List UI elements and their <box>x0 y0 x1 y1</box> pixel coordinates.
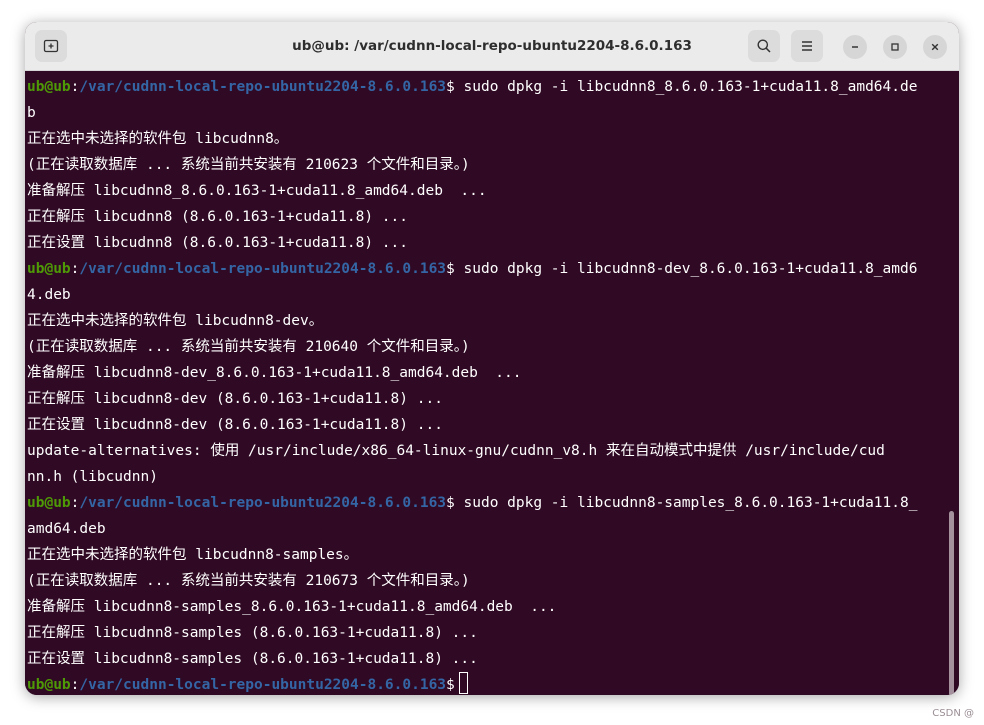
search-icon <box>757 39 771 53</box>
menu-button[interactable] <box>791 30 823 62</box>
prompt-path: /var/cudnn-local-repo-ubuntu2204-8.6.0.1… <box>79 261 447 277</box>
output-line: 正在选中未选择的软件包 libcudnn8-dev。 <box>27 313 324 329</box>
prompt-user: ub@ub <box>27 677 71 693</box>
output-line: (正在读取数据库 ... 系统当前共安装有 210640 个文件和目录。) <box>27 339 470 355</box>
watermark: CSDN @ <box>932 708 974 719</box>
maximize-icon <box>891 43 899 51</box>
command-text: sudo dpkg -i libcudnn8-samples_8.6.0.163… <box>454 495 918 511</box>
output-line: amd64.deb <box>27 521 106 537</box>
prompt-line: ub@ub:/var/cudnn-local-repo-ubuntu2204-8… <box>27 256 917 282</box>
new-tab-button[interactable] <box>35 30 67 62</box>
output-line: 正在设置 libcudnn8-samples (8.6.0.163-1+cuda… <box>27 651 478 667</box>
output-line: 正在解压 libcudnn8 (8.6.0.163-1+cuda11.8) ..… <box>27 209 408 225</box>
prompt-path: /var/cudnn-local-repo-ubuntu2204-8.6.0.1… <box>79 677 447 693</box>
hamburger-menu-icon <box>802 41 812 51</box>
prompt-symbol: $ <box>446 261 455 277</box>
output-line: b <box>27 105 36 121</box>
prompt-user: ub@ub <box>27 495 71 511</box>
output-line: nn.h (libcudnn) <box>27 469 158 485</box>
title-bar: ub@ub: /var/cudnn-local-repo-ubuntu2204-… <box>25 22 959 71</box>
output-line: 准备解压 libcudnn8-samples_8.6.0.163-1+cuda1… <box>27 599 557 615</box>
output-line: 正在选中未选择的软件包 libcudnn8-samples。 <box>27 547 359 563</box>
close-icon <box>931 43 939 51</box>
prompt-user: ub@ub <box>27 261 71 277</box>
scrollbar[interactable] <box>949 511 954 695</box>
output-line: 准备解压 libcudnn8-dev_8.6.0.163-1+cuda11.8_… <box>27 365 522 381</box>
output-line: update-alternatives: 使用 /usr/include/x86… <box>27 443 885 459</box>
prompt-user: ub@ub <box>27 79 71 95</box>
output-line: 正在设置 libcudnn8-dev (8.6.0.163-1+cuda11.8… <box>27 417 443 433</box>
terminal-window: ub@ub: /var/cudnn-local-repo-ubuntu2204-… <box>25 22 959 695</box>
search-button[interactable] <box>748 30 780 62</box>
output-line: 正在选中未选择的软件包 libcudnn8。 <box>27 131 289 147</box>
prompt-symbol: $ <box>446 79 455 95</box>
prompt-symbol: $ <box>446 495 455 511</box>
terminal-lines: ub@ub:/var/cudnn-local-repo-ubuntu2204-8… <box>27 74 917 695</box>
output-line: 正在解压 libcudnn8-samples (8.6.0.163-1+cuda… <box>27 625 478 641</box>
output-line: 4.deb <box>27 287 71 303</box>
output-line: (正在读取数据库 ... 系统当前共安装有 210623 个文件和目录。) <box>27 157 470 173</box>
new-tab-icon <box>43 39 59 53</box>
text-cursor <box>458 672 468 694</box>
terminal-output[interactable]: ub@ub:/var/cudnn-local-repo-ubuntu2204-8… <box>25 71 959 695</box>
prompt-line: ub@ub:/var/cudnn-local-repo-ubuntu2204-8… <box>27 672 917 695</box>
prompt-path: /var/cudnn-local-repo-ubuntu2204-8.6.0.1… <box>79 495 447 511</box>
command-text: sudo dpkg -i libcudnn8_8.6.0.163-1+cuda1… <box>454 79 918 95</box>
maximize-button[interactable] <box>883 35 907 59</box>
output-line: 正在设置 libcudnn8 (8.6.0.163-1+cuda11.8) ..… <box>27 235 408 251</box>
prompt-line: ub@ub:/var/cudnn-local-repo-ubuntu2204-8… <box>27 74 917 100</box>
command-text: sudo dpkg -i libcudnn8-dev_8.6.0.163-1+c… <box>454 261 918 277</box>
output-line: (正在读取数据库 ... 系统当前共安装有 210673 个文件和目录。) <box>27 573 470 589</box>
output-line: 准备解压 libcudnn8_8.6.0.163-1+cuda11.8_amd6… <box>27 183 487 199</box>
prompt-symbol: $ <box>446 677 455 693</box>
minimize-button[interactable] <box>843 35 867 59</box>
minimize-icon <box>852 46 858 48</box>
close-button[interactable] <box>923 35 947 59</box>
output-line: 正在解压 libcudnn8-dev (8.6.0.163-1+cuda11.8… <box>27 391 443 407</box>
prompt-path: /var/cudnn-local-repo-ubuntu2204-8.6.0.1… <box>79 79 447 95</box>
prompt-line: ub@ub:/var/cudnn-local-repo-ubuntu2204-8… <box>27 490 917 516</box>
